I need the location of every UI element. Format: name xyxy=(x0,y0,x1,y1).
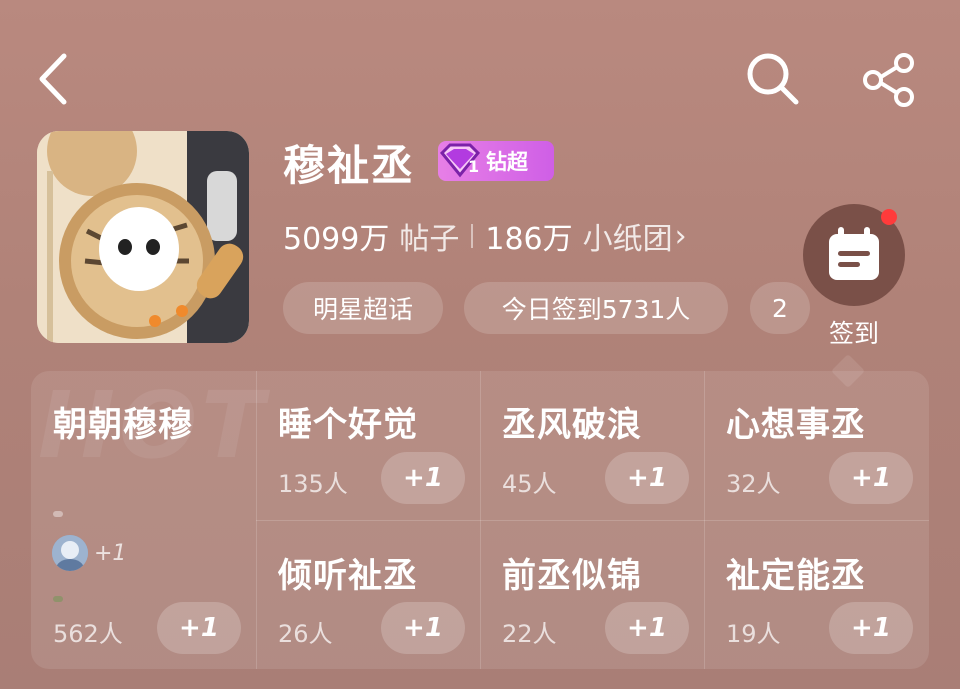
plus-one-button[interactable]: +1 xyxy=(381,452,465,504)
plus-one-button[interactable]: +1 xyxy=(605,602,689,654)
topic-title[interactable]: 心想事丞 xyxy=(726,397,866,446)
posts-count: 5099万 xyxy=(283,222,390,257)
topic-count: 135人 xyxy=(278,470,348,498)
divider xyxy=(256,520,929,521)
topic-cover-image xyxy=(37,131,249,343)
topic-count: 26人 xyxy=(278,620,333,648)
checkin-label[interactable]: 签到 xyxy=(803,314,905,350)
search-icon xyxy=(747,53,799,105)
plus-one-button[interactable]: +1 xyxy=(605,452,689,504)
search-button[interactable] xyxy=(744,50,802,108)
avatar-more: +1 xyxy=(94,541,127,566)
topic-title[interactable]: 祉定能丞 xyxy=(726,548,866,597)
posts-label: 帖子 xyxy=(399,222,460,257)
topic-title[interactable]: 前丞似锦 xyxy=(502,548,642,597)
stats-divider xyxy=(471,224,474,248)
badge-label: 钻超 xyxy=(486,150,528,174)
back-button[interactable] xyxy=(32,52,76,106)
diamond-icon: 1 xyxy=(438,141,482,181)
chip-ranking[interactable]: 2 xyxy=(750,282,810,334)
indicator-dot xyxy=(53,596,63,602)
topic-count: 45人 xyxy=(502,470,557,498)
topic-title[interactable]: 丞风破浪 xyxy=(502,397,642,446)
topic-count: 22人 xyxy=(502,620,557,648)
share-button[interactable] xyxy=(860,52,918,108)
featured-topic-count: 562人 xyxy=(53,620,123,648)
chevron-left-icon xyxy=(39,53,67,105)
topic-title: 穆祉丞 xyxy=(283,141,416,190)
topic-title[interactable]: 睡个好觉 xyxy=(278,397,418,446)
plus-one-button[interactable]: +1 xyxy=(829,602,913,654)
plus-one-button[interactable]: +1 xyxy=(381,602,465,654)
groups-count: 186万 xyxy=(485,222,573,257)
avatar xyxy=(52,535,88,571)
plus-one-button[interactable]: +1 xyxy=(157,602,241,654)
featured-topic-title[interactable]: 朝朝穆穆 xyxy=(53,397,193,446)
topic-count: 19人 xyxy=(726,620,781,648)
chip-star-topic[interactable]: 明星超话 xyxy=(283,282,443,334)
chevron-right-icon: › xyxy=(674,218,687,254)
groups-label: 小纸团 xyxy=(582,222,673,257)
notification-dot xyxy=(881,209,897,225)
topic-stats[interactable]: 5099万 帖子 186万 小纸团 › xyxy=(283,214,687,258)
plus-one-button[interactable]: +1 xyxy=(829,452,913,504)
indicator-dot xyxy=(53,511,63,517)
badge-level: 1 xyxy=(468,157,480,176)
topic-count: 32人 xyxy=(726,470,781,498)
level-badge: 1 钻超 xyxy=(438,141,554,181)
chip-today-checkin[interactable]: 今日签到5731人 xyxy=(464,282,728,334)
share-icon xyxy=(863,53,914,107)
topic-title[interactable]: 倾听祉丞 xyxy=(278,548,418,597)
